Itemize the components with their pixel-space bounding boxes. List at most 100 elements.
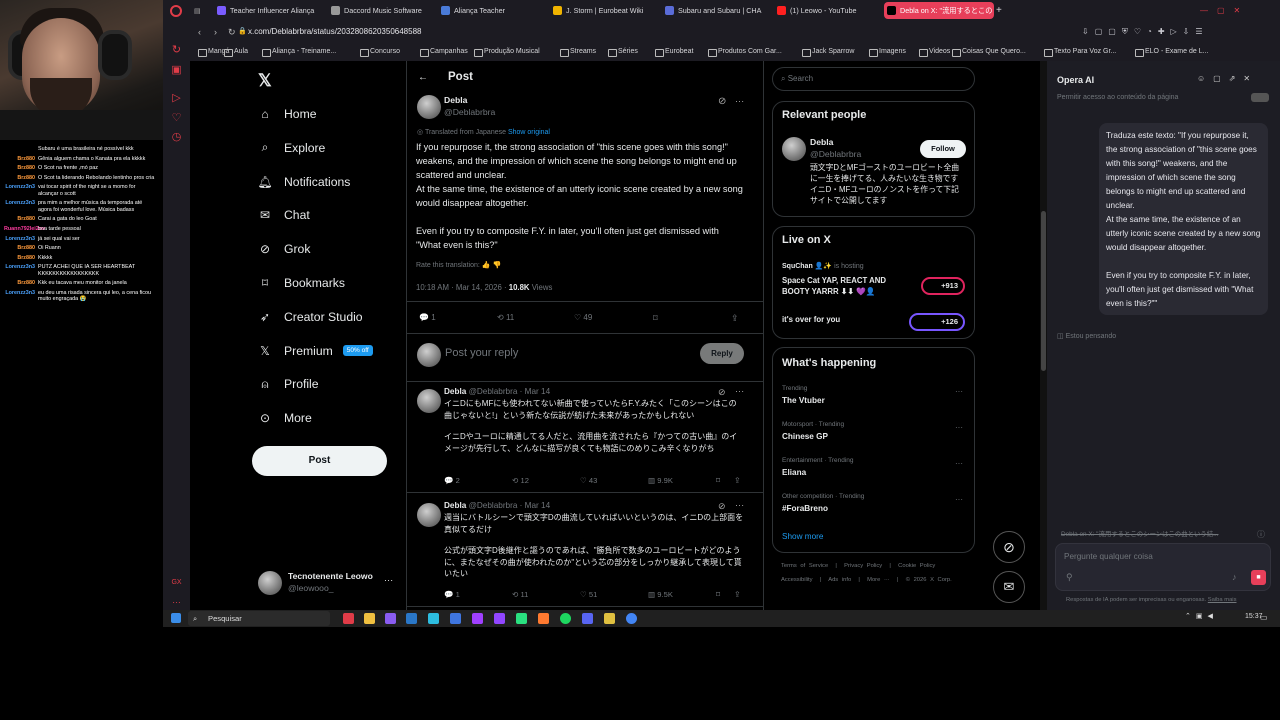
learn-more-link[interactable]: Saiba mais [1208, 597, 1237, 603]
chat-username[interactable]: Lorenzz3n3 [4, 236, 38, 242]
heart-icon[interactable]: ♡ [170, 112, 183, 125]
person-avatar[interactable] [782, 137, 806, 161]
bookmark-item[interactable]: Jack Sparrow [802, 46, 854, 58]
search-box[interactable]: ⌕ Search [772, 67, 975, 91]
grok-icon[interactable]: ⊘ [718, 95, 726, 109]
trend-more-icon[interactable]: ··· [955, 493, 963, 507]
app-taskbar-icon-12[interactable] [582, 613, 593, 624]
bookmark-item[interactable]: Produtos Com Gar... [708, 46, 782, 58]
trend-name[interactable]: #ForaBreno [782, 502, 828, 516]
ai-input-box[interactable]: Pergunte qualquer coisa ⚲ ♪ ■ [1055, 543, 1271, 591]
tab-1[interactable]: Daccord Music Software [328, 2, 440, 19]
nav-item-more[interactable]: ⊙ More [258, 407, 312, 429]
reply-more-icon[interactable]: ··· [735, 498, 744, 512]
reply-action[interactable]: 💬 1 [444, 588, 460, 602]
author-avatar[interactable] [417, 95, 441, 119]
chat-username[interactable]: Brz880 [4, 175, 38, 181]
show-original-link[interactable]: Show original [508, 129, 550, 136]
stop-icon[interactable]: ■ [1251, 570, 1266, 585]
opera-gx-taskbar-icon[interactable] [343, 613, 354, 624]
bookmark-item[interactable]: Videos [919, 46, 950, 58]
share-icon[interactable]: ⇪ [731, 311, 739, 325]
person-name[interactable]: Debla [810, 136, 833, 148]
footer-privacy[interactable]: Privacy Policy [844, 563, 882, 569]
footer-accessibility[interactable]: Accessibility [781, 577, 813, 583]
bookmark-item[interactable]: Séries [608, 46, 638, 58]
app-taskbar-icon-10[interactable] [538, 613, 549, 624]
chat-username[interactable]: Ruann792lei2ov [4, 226, 45, 232]
explorer-taskbar-icon[interactable] [364, 613, 375, 624]
chat-username[interactable]: Brz880 [4, 216, 38, 222]
taskbar-search[interactable]: ⌕ Pesquisar [188, 611, 330, 626]
follow-button[interactable]: Follow [920, 140, 966, 158]
bookmark-item[interactable]: Campanhas [420, 46, 468, 58]
heart-action[interactable]: ♡ 51 [580, 588, 597, 602]
reply-input[interactable]: Post your reply [445, 346, 518, 360]
reply-button[interactable]: Reply [700, 343, 744, 364]
start-icon[interactable] [171, 613, 181, 623]
tab-3[interactable]: J. Storm | Eurobeat Wiki [550, 2, 662, 19]
like-action[interactable]: ♡ 49 [574, 311, 592, 325]
repost-action[interactable]: ⟲ 11 [497, 311, 514, 325]
tab-list-icon[interactable]: ▤ [194, 2, 208, 19]
trend-name[interactable]: Eliana [782, 466, 806, 480]
post-more-icon[interactable]: ··· [735, 94, 744, 108]
chat-username[interactable]: Brz880 [4, 165, 38, 171]
footer-more[interactable]: More ··· [867, 577, 890, 583]
reply-avatar[interactable] [417, 389, 441, 413]
live1-listeners[interactable]: +913 [921, 277, 965, 295]
nav-item-profile[interactable]: ⍝ Profile [258, 373, 318, 395]
bookmark-item[interactable]: Aula [224, 46, 248, 58]
url-field[interactable]: x.com/Deblabrbra/status/2032808620350648… [248, 25, 421, 39]
reply-author[interactable]: Debla [444, 501, 466, 510]
ai-input[interactable]: Pergunte qualquer coisa [1064, 550, 1153, 564]
notification-icon[interactable]: ▭ [1260, 613, 1268, 622]
bookmark-item[interactable]: Streams [560, 46, 596, 58]
reply-grok-icon[interactable]: ⊘ [718, 385, 726, 399]
footer-ads[interactable]: Ads info [828, 577, 851, 583]
tray-icons[interactable]: ⌃▣◀ [1185, 612, 1218, 620]
thumbs-up-icon[interactable]: 👍 [482, 262, 491, 269]
reply-avatar[interactable] [417, 503, 441, 527]
bookmark-item[interactable]: Coisas Que Quero... [952, 46, 1026, 58]
nav-item-notifications[interactable]: 🔔︎ Notifications [257, 171, 350, 193]
reply-action[interactable]: 💬 1 [419, 311, 436, 325]
trend-more-icon[interactable]: ··· [955, 421, 963, 435]
nav-item-grok[interactable]: ⊘ Grok [258, 238, 310, 260]
clock-icon[interactable]: ◷ [170, 131, 183, 144]
new-tab-plus-icon[interactable]: + [996, 2, 1008, 19]
nav-item-creator-studio[interactable]: ➶ Creator Studio [258, 306, 363, 328]
tab-6-active[interactable]: Debla on X: "流用するとこの [884, 2, 994, 19]
bookmark-item[interactable]: Imagens [869, 46, 906, 58]
aria-icon[interactable]: ↻ [170, 44, 183, 57]
nav-item-premium[interactable]: 𝕏 Premium 50% off [258, 340, 373, 362]
live2-title[interactable]: it's over for you [782, 313, 840, 327]
tab-5[interactable]: (1) Leowo - YouTube [774, 2, 882, 19]
bookmark-item[interactable]: Concurso [360, 46, 400, 58]
back-icon[interactable]: ‹ [198, 25, 201, 39]
account-more-icon[interactable]: ··· [384, 573, 393, 587]
chat-username[interactable]: Lorenzz3n3 [4, 264, 38, 277]
reply-action[interactable]: 💬 2 [444, 474, 460, 488]
account-avatar[interactable] [258, 571, 282, 595]
bookmark-item[interactable]: Texto Para Voz Gr... [1044, 46, 1116, 58]
views-action[interactable]: ▥ 9.5K [648, 588, 673, 602]
footer-cookie[interactable]: Cookie Policy [898, 563, 935, 569]
nav-item-home[interactable]: ⌂ Home [258, 103, 316, 125]
gx-icon[interactable]: GX [170, 576, 183, 589]
trend-more-icon[interactable]: ··· [955, 385, 963, 399]
wallet-icon[interactable]: ▣ [170, 64, 183, 77]
views-action[interactable]: ▥ 9.9K [648, 474, 673, 488]
trend-name[interactable]: Chinese GP [782, 430, 828, 444]
footer-tos[interactable]: Terms of Service [781, 563, 828, 569]
tab-0[interactable]: Teacher Influencer Aliança [214, 2, 326, 19]
repost-action[interactable]: ⟲ 11 [512, 588, 528, 602]
author-name[interactable]: Debla [444, 94, 467, 106]
spotify-taskbar-icon[interactable] [560, 613, 571, 624]
chat-username[interactable]: Brz880 [4, 280, 38, 286]
bookmark-item[interactable]: Produção Musical [474, 46, 540, 58]
info-icon[interactable]: ⓘ [1257, 528, 1265, 542]
app-taskbar-icon-5[interactable] [428, 613, 439, 624]
app-taskbar-icon-9[interactable] [516, 613, 527, 624]
chat-username[interactable]: Brz880 [4, 255, 38, 261]
